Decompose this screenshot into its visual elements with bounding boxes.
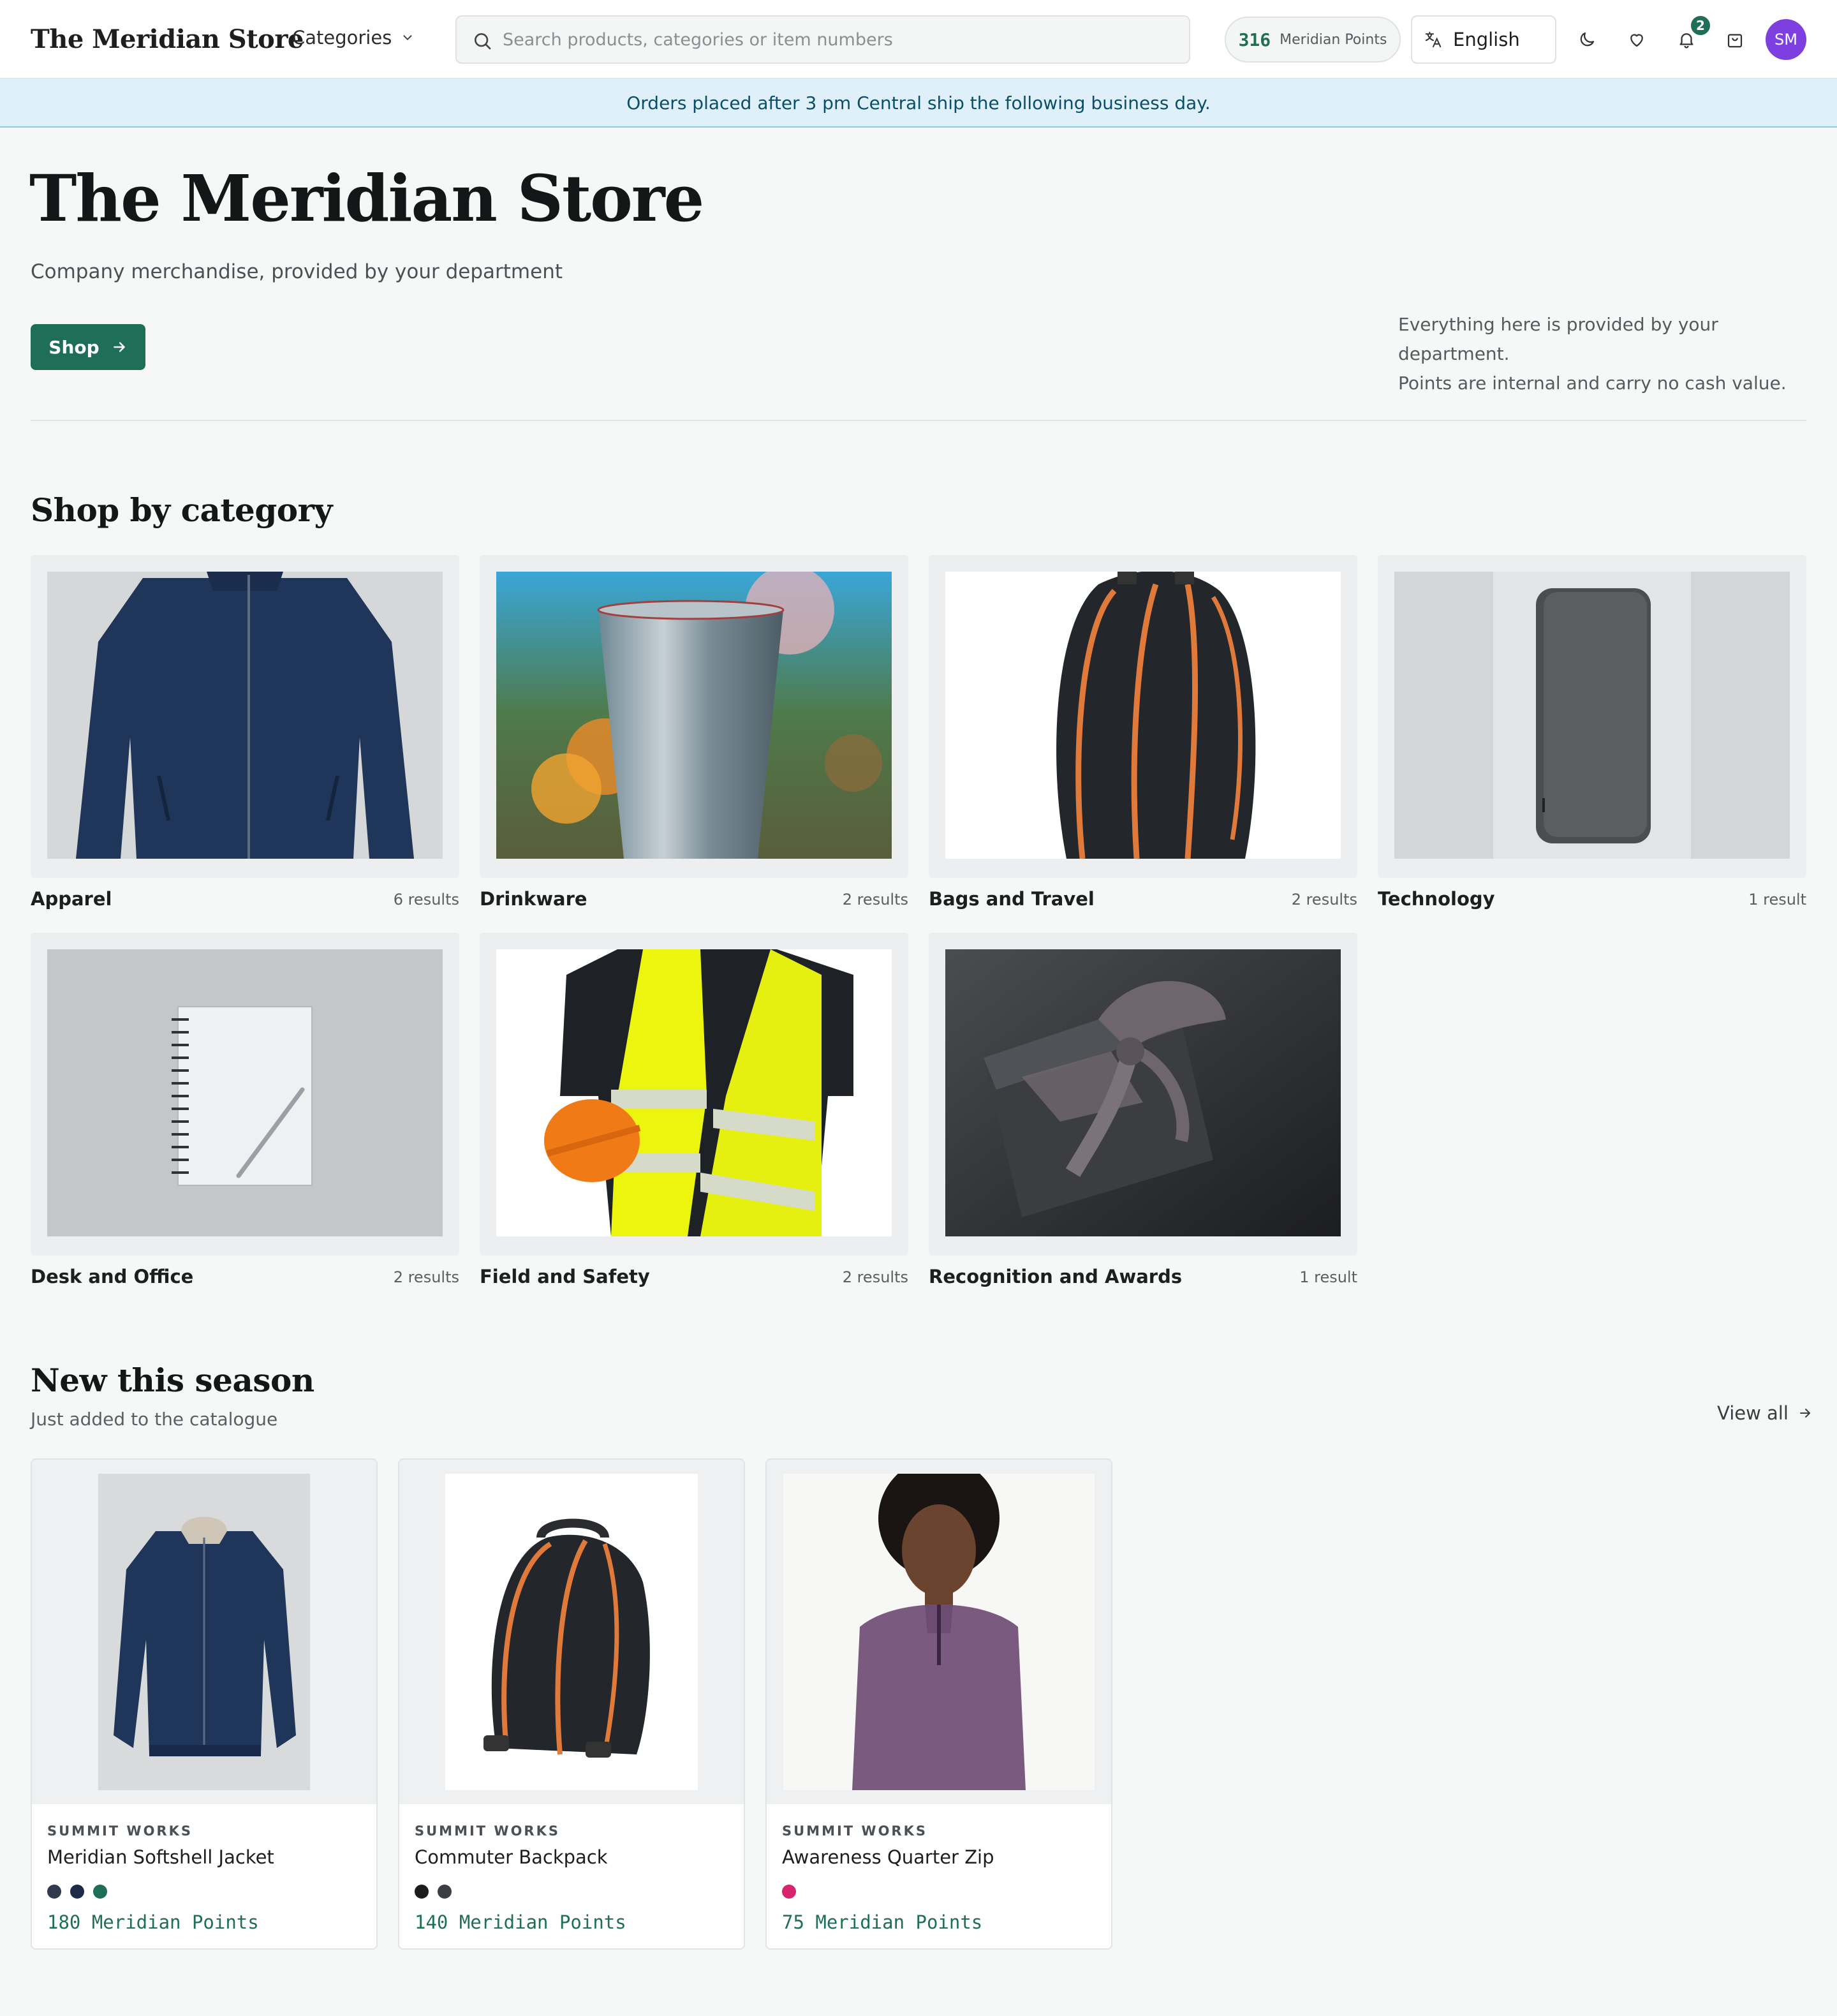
product-price: 140 Meridian Points bbox=[415, 1911, 626, 1933]
category-image-apparel bbox=[47, 572, 443, 859]
divider bbox=[31, 420, 1806, 421]
product-image-frame bbox=[399, 1460, 744, 1804]
color-swatch[interactable] bbox=[438, 1885, 452, 1899]
product-card[interactable]: SUMMIT WORKS Commuter Backpack 140 Merid… bbox=[398, 1458, 745, 1950]
user-avatar[interactable]: SM bbox=[1766, 19, 1806, 60]
top-header: The Meridian Store Categories 316 Meridi… bbox=[0, 0, 1837, 79]
category-card-field-and-safety[interactable] bbox=[480, 933, 908, 1256]
heart-icon bbox=[1630, 34, 1643, 47]
arrow-right-icon bbox=[1799, 1409, 1810, 1418]
chevron-down-icon bbox=[403, 35, 412, 41]
product-name[interactable]: Meridian Softshell Jacket bbox=[47, 1846, 274, 1868]
category-name[interactable]: Recognition and Awards bbox=[929, 1266, 1182, 1287]
notification-count-badge: 2 bbox=[1689, 14, 1712, 37]
shop-button-label: Shop bbox=[48, 336, 100, 358]
product-image-backpack bbox=[445, 1474, 698, 1790]
categories-menu-button[interactable]: Categories bbox=[292, 27, 415, 48]
product-image-jacket bbox=[98, 1474, 310, 1790]
translate-icon bbox=[1425, 31, 1442, 48]
wishlist-button[interactable] bbox=[1624, 27, 1649, 52]
hero-note-line-1: Everything here is provided by your depa… bbox=[1398, 314, 1718, 364]
view-all-label: View all bbox=[1717, 1402, 1789, 1424]
product-price: 180 Meridian Points bbox=[47, 1911, 259, 1933]
category-card-desk-and-office[interactable] bbox=[31, 933, 459, 1256]
category-card-apparel[interactable] bbox=[31, 555, 459, 878]
color-swatch[interactable] bbox=[782, 1885, 796, 1899]
product-brand: SUMMIT WORKS bbox=[47, 1823, 193, 1839]
product-card[interactable]: SUMMIT WORKS Awareness Quarter Zip 75 Me… bbox=[765, 1458, 1112, 1950]
page-title: The Meridian Store bbox=[29, 161, 704, 236]
category-count: 2 results bbox=[1291, 891, 1357, 908]
category-count: 1 result bbox=[1748, 891, 1806, 908]
new-season-title: New this season bbox=[31, 1361, 314, 1399]
product-name[interactable]: Awareness Quarter Zip bbox=[782, 1846, 994, 1868]
search-box bbox=[455, 15, 1190, 64]
category-name[interactable]: Field and Safety bbox=[480, 1266, 650, 1287]
category-card-recognition-and-awards[interactable] bbox=[929, 933, 1357, 1256]
banner-text: Orders placed after 3 pm Central ship th… bbox=[626, 92, 1211, 114]
category-image-awards bbox=[945, 949, 1341, 1236]
category-name[interactable]: Apparel bbox=[31, 888, 112, 910]
color-swatches bbox=[415, 1885, 452, 1899]
search-icon bbox=[475, 33, 491, 50]
category-name[interactable]: Technology bbox=[1378, 888, 1495, 910]
category-name[interactable]: Bags and Travel bbox=[929, 888, 1095, 910]
hero-note: Everything here is provided by your depa… bbox=[1398, 310, 1813, 398]
moon-icon bbox=[1580, 32, 1595, 47]
category-count: 2 results bbox=[842, 891, 908, 908]
color-swatches bbox=[782, 1885, 796, 1899]
category-card-bags-and-travel[interactable] bbox=[929, 555, 1357, 878]
dark-mode-toggle[interactable] bbox=[1574, 27, 1600, 52]
category-count: 6 results bbox=[393, 891, 459, 908]
language-selector[interactable]: English bbox=[1411, 15, 1556, 64]
category-card-drinkware[interactable] bbox=[480, 555, 908, 878]
view-all-link[interactable]: View all bbox=[1717, 1402, 1813, 1424]
color-swatch[interactable] bbox=[415, 1885, 429, 1899]
category-image-desk bbox=[47, 949, 443, 1236]
product-image-frame bbox=[32, 1460, 376, 1804]
page-subtitle: Company merchandise, provided by your de… bbox=[31, 260, 563, 283]
shipping-banner: Orders placed after 3 pm Central ship th… bbox=[0, 79, 1837, 128]
color-swatch[interactable] bbox=[47, 1885, 61, 1899]
points-label: Meridian Points bbox=[1280, 31, 1387, 48]
product-image-quarter-zip bbox=[783, 1474, 1095, 1790]
category-image-bags bbox=[945, 572, 1341, 859]
shop-button[interactable]: Shop bbox=[31, 324, 145, 370]
category-image-safety bbox=[496, 949, 892, 1236]
language-label: English bbox=[1453, 29, 1520, 50]
points-value: 316 bbox=[1238, 29, 1271, 50]
category-name[interactable]: Desk and Office bbox=[31, 1266, 193, 1287]
arrow-right-icon bbox=[113, 342, 125, 352]
product-price: 75 Meridian Points bbox=[782, 1911, 983, 1933]
cart-button[interactable] bbox=[1722, 27, 1748, 52]
search-input[interactable] bbox=[503, 23, 1179, 56]
product-card[interactable]: SUMMIT WORKS Meridian Softshell Jacket 1… bbox=[31, 1458, 378, 1950]
color-swatch[interactable] bbox=[70, 1885, 84, 1899]
category-image-drinkware bbox=[496, 572, 892, 859]
store-logo[interactable]: The Meridian Store bbox=[31, 24, 304, 54]
product-brand: SUMMIT WORKS bbox=[782, 1823, 928, 1839]
new-season-subtitle: Just added to the catalogue bbox=[31, 1409, 278, 1430]
categories-section-title: Shop by category bbox=[31, 491, 333, 529]
points-balance[interactable]: 316 Meridian Points bbox=[1225, 17, 1401, 63]
product-brand: SUMMIT WORKS bbox=[415, 1823, 561, 1839]
category-name[interactable]: Drinkware bbox=[480, 888, 587, 910]
product-image-frame bbox=[767, 1460, 1111, 1804]
hero-note-line-2: Points are internal and carry no cash va… bbox=[1398, 373, 1787, 394]
color-swatch[interactable] bbox=[93, 1885, 107, 1899]
color-swatches bbox=[47, 1885, 107, 1899]
category-image-technology bbox=[1394, 572, 1790, 859]
category-count: 2 results bbox=[842, 1268, 908, 1286]
product-name[interactable]: Commuter Backpack bbox=[415, 1846, 608, 1868]
category-card-technology[interactable] bbox=[1378, 555, 1806, 878]
shopping-bag-icon bbox=[1727, 34, 1743, 48]
categories-label: Categories bbox=[292, 27, 392, 48]
category-count: 1 result bbox=[1299, 1268, 1357, 1286]
category-count: 2 results bbox=[393, 1268, 459, 1286]
